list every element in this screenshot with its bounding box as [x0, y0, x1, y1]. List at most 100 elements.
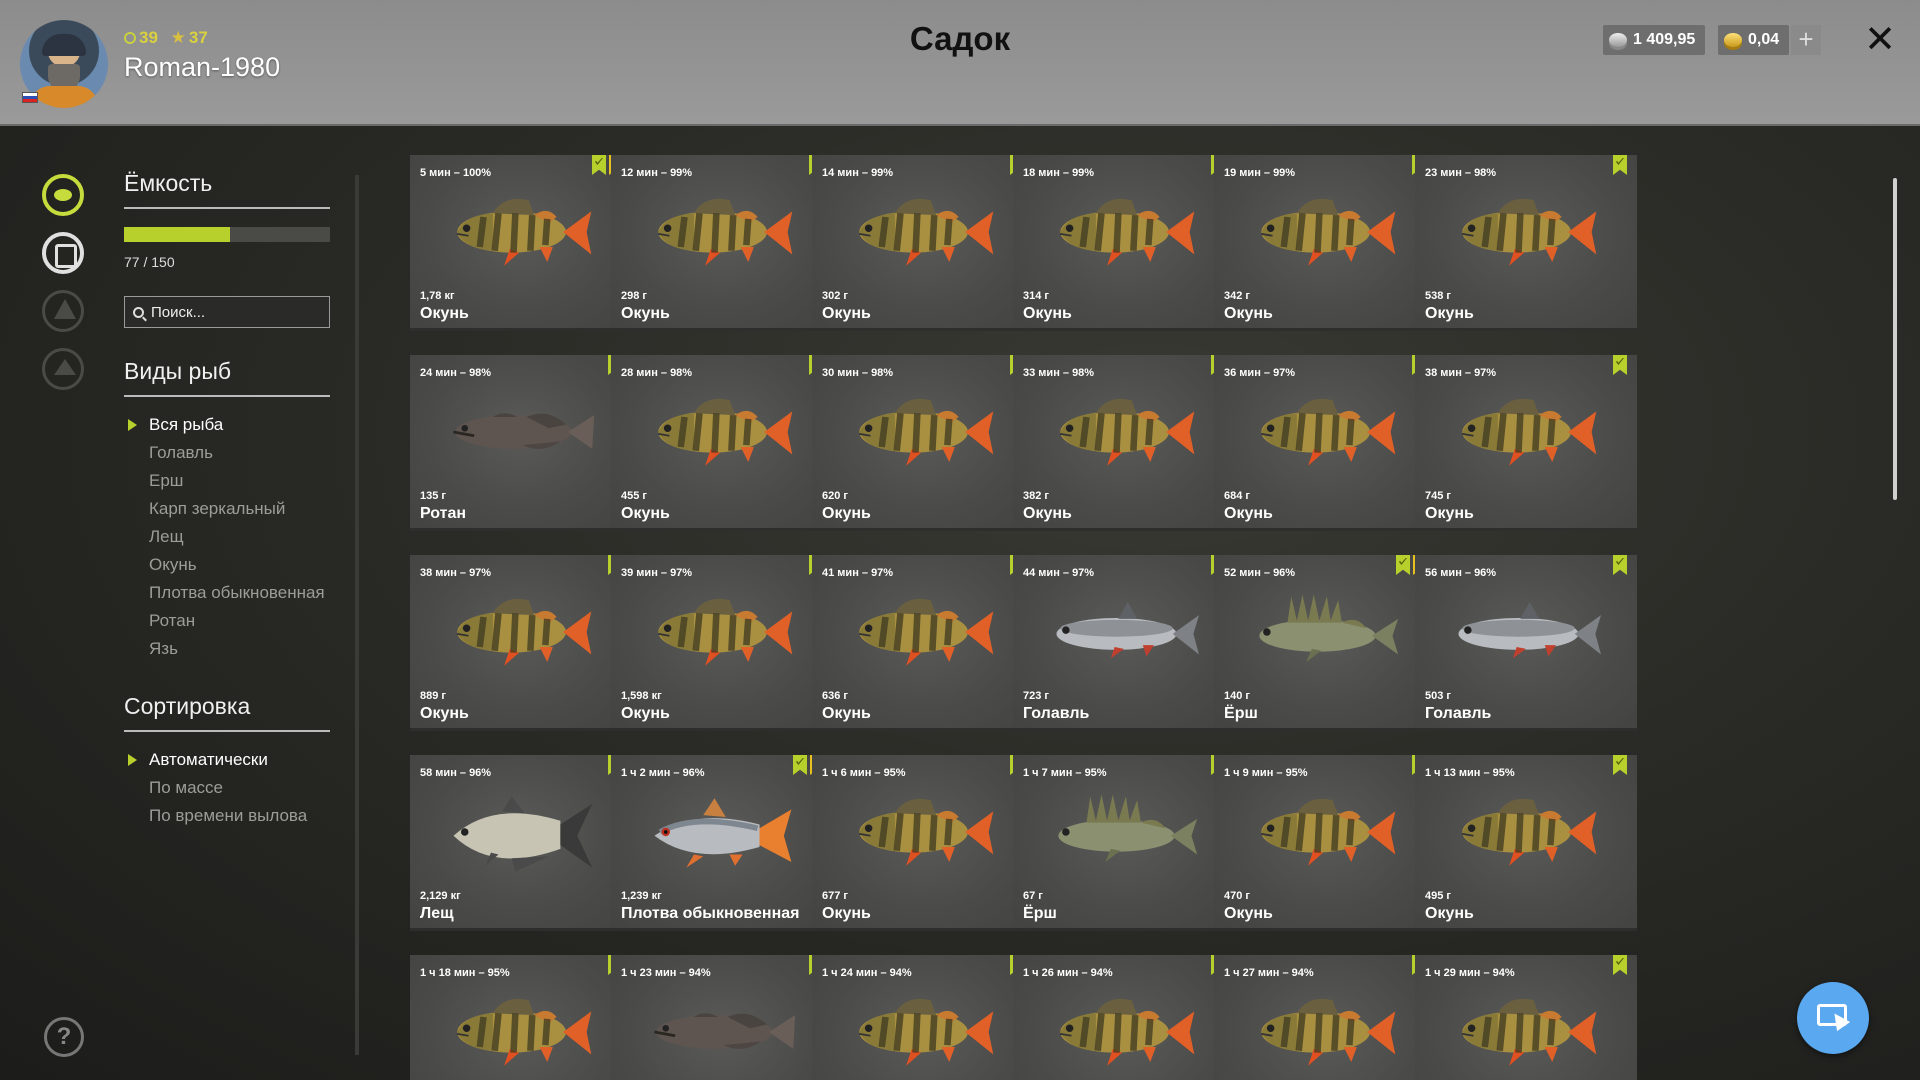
catch-species: Окунь [621, 505, 670, 522]
catch-time: 33 мин – 98% [1023, 367, 1095, 379]
bookmark-check-icon[interactable] [1613, 155, 1627, 175]
catch-card[interactable]: 1 ч 18 мин – 95% [410, 955, 632, 1080]
camp-tab-icon[interactable] [42, 290, 84, 332]
catch-card[interactable]: 18 мин – 99% 314 г Окунь [1013, 155, 1235, 331]
catch-species: Окунь [1224, 505, 1273, 522]
cursor-mode-button[interactable] [1797, 982, 1869, 1054]
help-icon[interactable]: ? [44, 1017, 84, 1057]
catch-card[interactable]: 1 ч 9 мин – 95% 470 г Окунь [1214, 755, 1436, 931]
silver-balance: 1 409,95 [1603, 25, 1706, 55]
perch-icon [859, 398, 994, 466]
catch-weight: 1,598 кг [621, 690, 662, 702]
bookmark-check-icon[interactable] [1396, 555, 1410, 575]
species-item-chub[interactable]: Голавль [124, 439, 330, 467]
gold-coins-icon [1724, 33, 1742, 47]
perch-icon [1060, 398, 1195, 466]
bookmark-check-icon[interactable] [1613, 555, 1627, 575]
catch-species: Лещ [420, 905, 454, 922]
catch-card[interactable]: 1 ч 29 мин – 94% [1415, 955, 1637, 1080]
catch-card[interactable]: 30 мин – 98% 620 г Окунь [812, 355, 1034, 531]
catch-species: Ёрш [1023, 905, 1057, 922]
bookmark-check-icon[interactable] [793, 755, 807, 775]
bookmark-check-icon[interactable] [1613, 755, 1627, 775]
catch-weight: 2,129 кг [420, 890, 461, 902]
fish-tab-icon[interactable] [42, 174, 84, 216]
gold-balance: 0,04 [1718, 25, 1790, 55]
species-item-ruffe[interactable]: Ерш [124, 467, 330, 495]
catch-weight: 1,78 кг [420, 290, 455, 302]
catch-card[interactable]: 1 ч 7 мин – 95% 67 г Ёрш [1013, 755, 1235, 931]
catch-card[interactable]: 58 мин – 96% 2,129 кг Лещ [410, 755, 632, 931]
species-item-roach[interactable]: Плотва обыкновенная [124, 579, 330, 607]
catch-card[interactable]: 1 ч 2 мин – 96% 1,239 кг Плотва обыкновенн… [611, 755, 833, 931]
close-button[interactable]: ✕ [1862, 20, 1898, 60]
catch-card[interactable]: 41 мин – 97% 636 г Окунь [812, 555, 1034, 731]
catch-weight: 455 г [621, 490, 647, 502]
species-title: Виды рыб [124, 358, 330, 397]
sort-option-time[interactable]: По времени вылова [124, 802, 330, 830]
species-item-mirror-carp[interactable]: Карп зеркальный [124, 495, 330, 523]
species-item-bream[interactable]: Лещ [124, 523, 330, 551]
catch-card[interactable]: 23 мин – 98% 538 г Окунь [1415, 155, 1637, 331]
bookmark-check-icon[interactable] [1613, 355, 1627, 375]
catch-card[interactable]: 5 мин – 100% 1,78 кг Окунь [410, 155, 632, 331]
catch-weight: 382 г [1023, 490, 1049, 502]
catch-card[interactable]: 19 мин – 99% 342 г Окунь [1214, 155, 1436, 331]
perch-icon [457, 598, 592, 666]
catch-card[interactable]: 1 ч 26 мин – 94% [1013, 955, 1235, 1080]
catch-species: Окунь [420, 305, 469, 322]
sort-option-auto[interactable]: Автоматически [124, 746, 330, 774]
catch-card[interactable]: 56 мин – 96% 503 г Голавль [1415, 555, 1637, 731]
catch-weight: 503 г [1425, 690, 1451, 702]
catch-card[interactable]: 14 мин – 99% 302 г Окунь [812, 155, 1034, 331]
catch-time: 1 ч 27 мин – 94% [1224, 967, 1314, 979]
perch-icon [1462, 798, 1597, 866]
catch-card[interactable]: 52 мин – 96% 140 г Ёрш [1214, 555, 1436, 731]
catch-card[interactable]: 12 мин – 99% 298 г Окунь [611, 155, 833, 331]
catch-card[interactable]: 1 ч 27 мин – 94% [1214, 955, 1436, 1080]
grid-scrollbar[interactable] [1893, 178, 1897, 500]
catch-card[interactable]: 1 ч 13 мин – 95% 495 г Окунь [1415, 755, 1637, 931]
catch-weight: 298 г [621, 290, 647, 302]
catch-time: 1 ч 6 мин – 95% [822, 767, 906, 779]
catch-card[interactable]: 1 ч 6 мин – 95% 677 г Окунь [812, 755, 1034, 931]
perch-icon [1261, 198, 1396, 266]
catch-card[interactable]: 28 мин – 98% 455 г Окунь [611, 355, 833, 531]
catch-card[interactable]: 1 ч 24 мин – 94% [812, 955, 1034, 1080]
bookmark-check-icon[interactable] [592, 155, 606, 175]
sort-list: Автоматически По массе По времени вылова [124, 746, 330, 830]
search-input[interactable]: Поиск... [124, 296, 330, 328]
species-item-rotan[interactable]: Ротан [124, 607, 330, 635]
filter-panel: Ёмкость 77 / 150 Поиск... Виды рыб Вся р… [124, 170, 330, 830]
species-item-perch[interactable]: Окунь [124, 551, 330, 579]
catch-species: Окунь [621, 705, 670, 722]
catch-card[interactable]: 33 мин – 98% 382 г Окунь [1013, 355, 1235, 531]
catch-card[interactable]: 1 ч 23 мин – 94% [611, 955, 833, 1080]
add-currency-button[interactable]: + [1791, 25, 1821, 55]
username: Roman-1980 [124, 52, 281, 82]
catch-weight: 495 г [1425, 890, 1451, 902]
bookmark-check-icon[interactable] [1613, 955, 1627, 975]
catch-weight: 684 г [1224, 490, 1250, 502]
catch-time: 1 ч 24 мин – 94% [822, 967, 912, 979]
species-item-ide[interactable]: Язь [124, 635, 330, 663]
catch-species: Окунь [822, 705, 871, 722]
silver-amount: 1 409,95 [1633, 31, 1696, 48]
gold-amount: 0,04 [1748, 31, 1780, 48]
home-tab-icon[interactable] [42, 348, 84, 390]
species-item-all[interactable]: Вся рыба [124, 411, 330, 439]
catch-card[interactable]: 38 мин – 97% 745 г Окунь [1415, 355, 1637, 531]
catch-time: 18 мин – 99% [1023, 167, 1095, 179]
catch-species: Плотва обыкновенная [621, 905, 800, 922]
roach-icon [654, 798, 792, 868]
capacity-bar [124, 227, 330, 242]
catch-card[interactable]: 44 мин – 97% 723 г Голавль [1013, 555, 1235, 731]
perch-icon [1462, 398, 1597, 466]
sort-option-mass[interactable]: По массе [124, 774, 330, 802]
catch-card[interactable]: 36 мин – 97% 684 г Окунь [1214, 355, 1436, 531]
catch-card[interactable]: 39 мин – 97% 1,598 кг Окунь [611, 555, 833, 731]
keepnet-tab-icon[interactable] [42, 232, 84, 274]
catch-card[interactable]: 24 мин – 98% 135 г Ротан [410, 355, 632, 531]
catch-card[interactable]: 38 мин – 97% 889 г Окунь [410, 555, 632, 731]
sort-title: Сортировка [124, 693, 330, 732]
